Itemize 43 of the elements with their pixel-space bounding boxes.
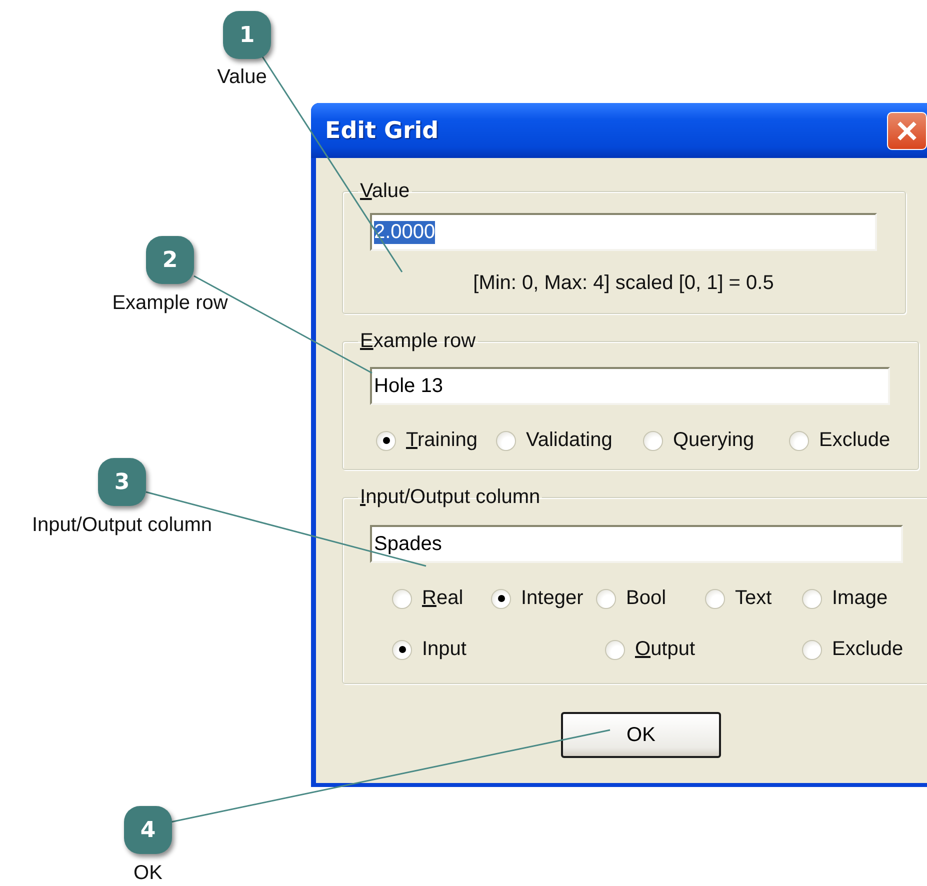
radio-button[interactable] (596, 588, 616, 608)
close-icon (896, 120, 918, 142)
radio-label[interactable]: Validating (526, 429, 612, 452)
radio-button[interactable] (491, 588, 511, 608)
radio-label[interactable]: Image (832, 587, 888, 610)
radio-label[interactable]: Querying (673, 429, 754, 452)
callout-number: 1 (223, 11, 271, 59)
group-label: Input/Output column (359, 486, 542, 509)
radio-button[interactable] (496, 430, 516, 450)
value-field[interactable]: 2.0000 (370, 213, 877, 251)
radio-button[interactable] (392, 588, 412, 608)
radio-button[interactable] (376, 430, 396, 450)
window-title: Edit Grid (325, 118, 439, 144)
column-field[interactable]: Spades (370, 525, 904, 563)
group-label: Example row (359, 330, 477, 353)
radio-button[interactable] (789, 430, 809, 450)
radio-button[interactable] (705, 588, 725, 608)
radio-button[interactable] (802, 640, 822, 660)
callout-label: Input/Output column (32, 514, 212, 537)
callout-label: Example row (112, 292, 228, 315)
radio-label[interactable]: Text (735, 587, 772, 610)
callout-number: 4 (124, 806, 172, 854)
radio-button[interactable] (643, 430, 663, 450)
radio-label[interactable]: Exclude (819, 429, 890, 452)
radio-button[interactable] (605, 640, 625, 660)
group-label: Value (359, 180, 411, 203)
radio-label[interactable]: Output (635, 638, 696, 661)
example-row-field[interactable]: Hole 13 (370, 367, 890, 405)
radio-label[interactable]: Exclude (832, 638, 904, 661)
radio-button[interactable] (392, 640, 412, 660)
radio-label[interactable]: Integer (521, 587, 584, 610)
callout-label: Value (217, 66, 267, 89)
callout-label: OK (134, 862, 162, 885)
range-text: [Min: 0, Max: 4] scaled [0, 1] = 0.5 (472, 272, 775, 295)
radio-label[interactable]: Bool (626, 587, 666, 610)
radio-label[interactable]: Training (406, 429, 478, 452)
ok-button[interactable]: OK (561, 712, 721, 758)
callout-number: 3 (98, 458, 146, 506)
radio-label[interactable]: Input (422, 638, 466, 661)
radio-button[interactable] (802, 588, 822, 608)
callout-number: 2 (146, 236, 194, 284)
close-button[interactable] (887, 112, 927, 150)
radio-label[interactable]: Real (422, 587, 464, 610)
